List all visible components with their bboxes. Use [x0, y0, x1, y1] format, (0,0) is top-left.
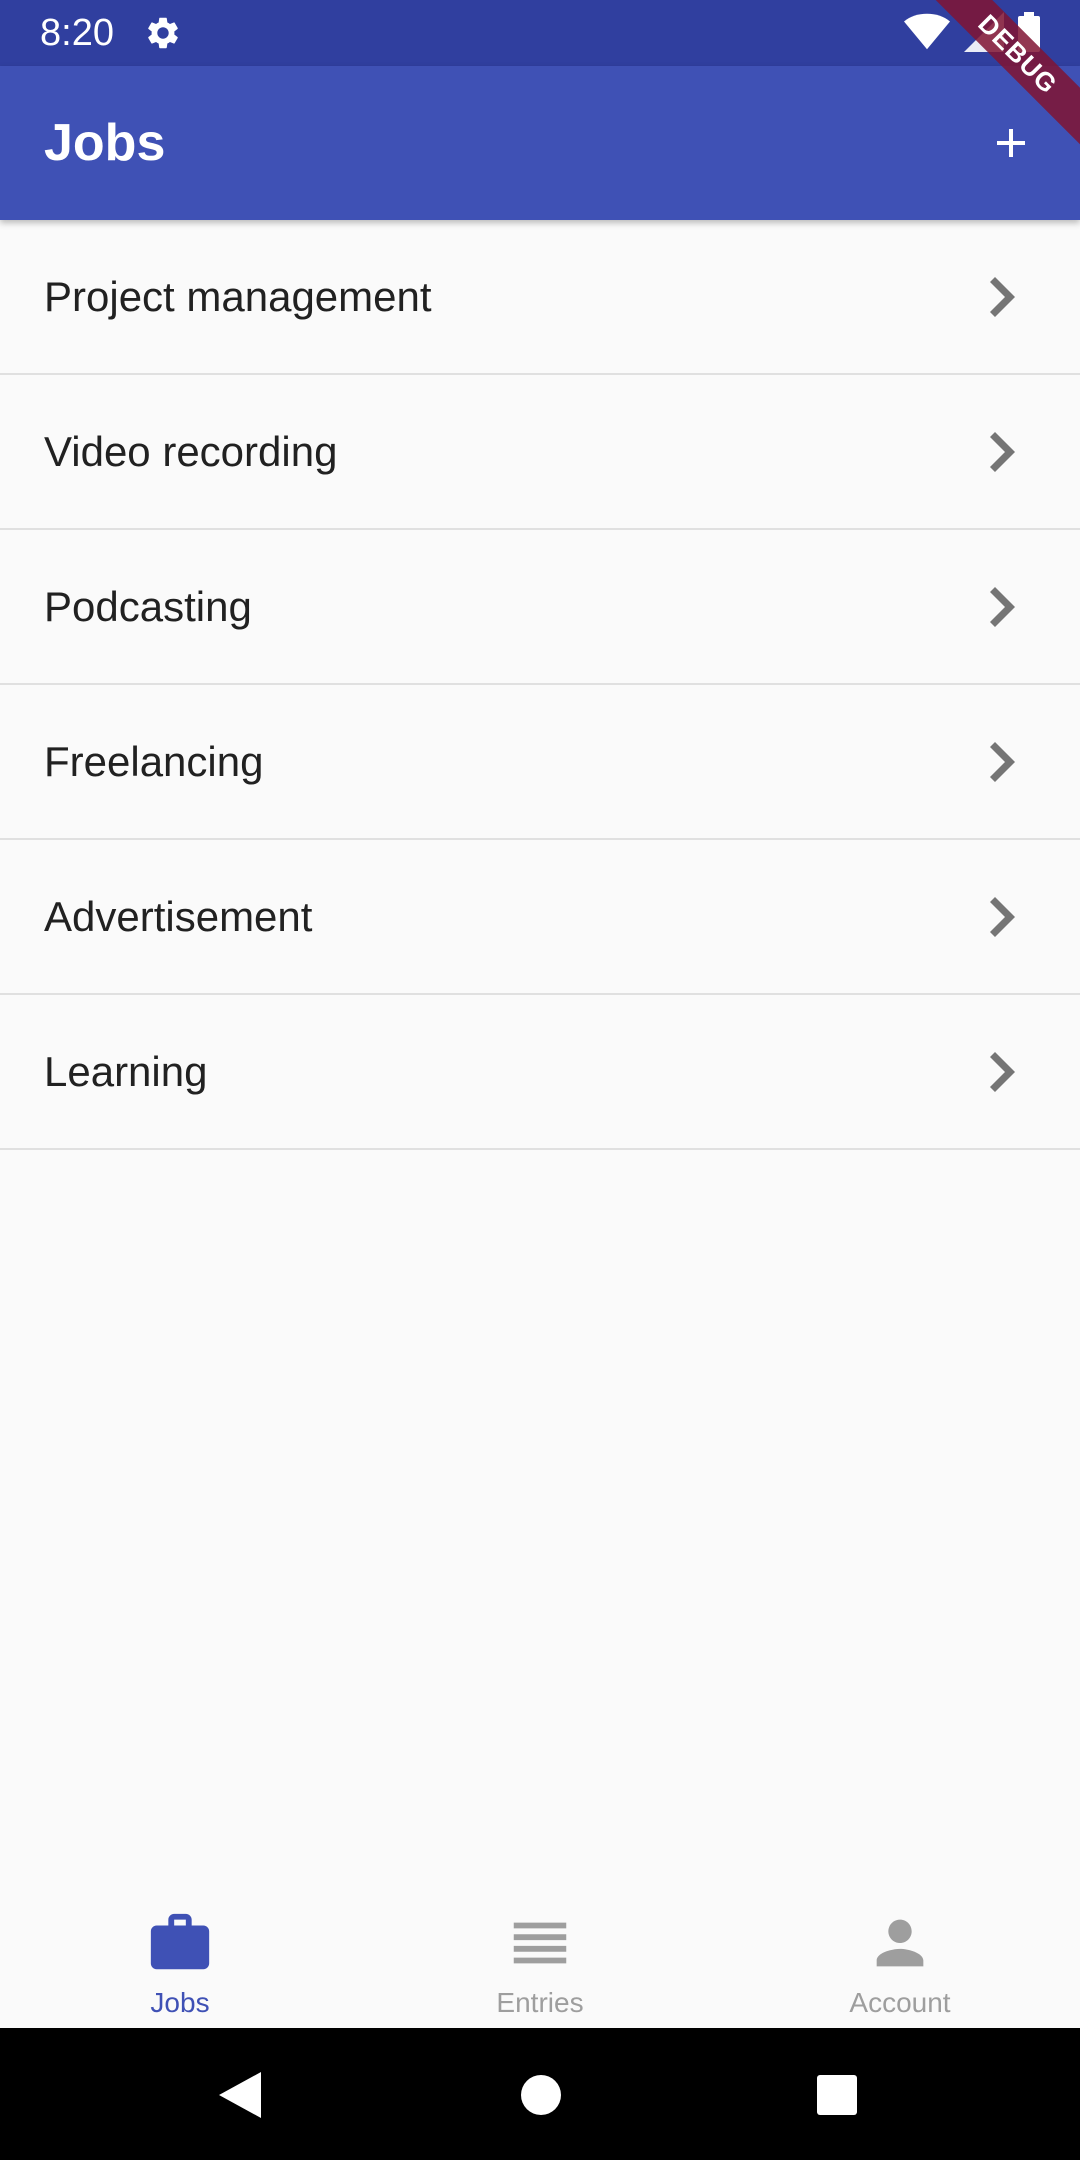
- status-bar: 8:20: [0, 0, 1080, 66]
- status-time: 8:20: [40, 12, 114, 54]
- tab-entries[interactable]: Entries: [360, 1890, 720, 2028]
- signal-icon: [964, 12, 1004, 57]
- system-navigation-bar: [0, 2028, 1080, 2160]
- job-list-item[interactable]: Learning: [0, 995, 1080, 1150]
- job-label: Project management: [44, 272, 432, 320]
- chevron-right-icon: [990, 741, 1015, 782]
- back-icon: [219, 2072, 261, 2118]
- job-label: Advertisement: [44, 892, 313, 940]
- tab-jobs[interactable]: Jobs: [0, 1890, 360, 2028]
- job-list: Project management Video recording Podca…: [0, 220, 1080, 1150]
- briefcase-icon: [143, 1906, 217, 1980]
- add-job-button[interactable]: [976, 108, 1046, 178]
- gear-icon: [144, 14, 182, 52]
- app-bar: Jobs: [0, 66, 1080, 220]
- job-list-item[interactable]: Advertisement: [0, 840, 1080, 995]
- battery-icon: [1018, 12, 1040, 57]
- job-label: Freelancing: [44, 737, 264, 785]
- person-icon: [863, 1906, 937, 1980]
- page-title: Jobs: [44, 114, 166, 172]
- chevron-right-icon: [990, 276, 1015, 317]
- job-label: Podcasting: [44, 582, 252, 630]
- tab-entries-label: Entries: [496, 1987, 584, 2018]
- job-list-item[interactable]: Freelancing: [0, 685, 1080, 840]
- tab-jobs-label: Jobs: [150, 1987, 210, 2018]
- job-list-item[interactable]: Podcasting: [0, 530, 1080, 685]
- recents-icon: [817, 2075, 857, 2115]
- back-button[interactable]: [205, 2060, 275, 2130]
- list-icon: [503, 1906, 577, 1980]
- chevron-right-icon: [990, 1051, 1015, 1092]
- home-icon: [521, 2075, 561, 2115]
- chevron-right-icon: [990, 431, 1015, 472]
- home-button[interactable]: [506, 2060, 576, 2130]
- tab-account-label: Account: [849, 1987, 951, 2018]
- bottom-navigation: Jobs Entries Account: [0, 1890, 1080, 2028]
- job-list-item[interactable]: Project management: [0, 220, 1080, 375]
- job-list-item[interactable]: Video recording: [0, 375, 1080, 530]
- job-label: Learning: [44, 1047, 208, 1095]
- tab-account[interactable]: Account: [720, 1890, 1080, 2028]
- wifi-icon: [904, 12, 950, 57]
- job-label: Video recording: [44, 427, 338, 475]
- recents-button[interactable]: [802, 2060, 872, 2130]
- chevron-right-icon: [990, 586, 1015, 627]
- add-icon: [997, 129, 1025, 157]
- status-icons: [904, 12, 1040, 57]
- chevron-right-icon: [990, 896, 1015, 937]
